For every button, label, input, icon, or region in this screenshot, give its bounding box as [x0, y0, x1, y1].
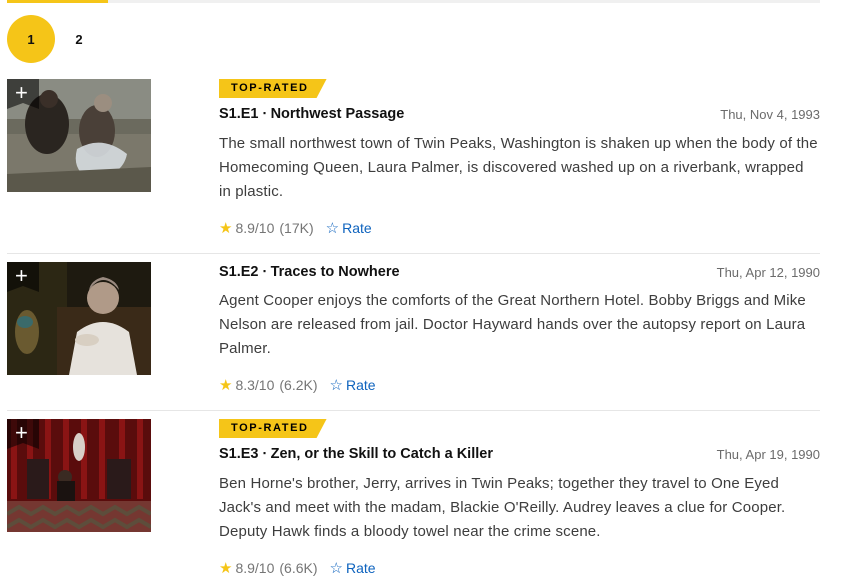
top-rated-badge: TOP-RATED [219, 419, 327, 438]
tab-underline-accent [7, 0, 108, 3]
star-filled-icon: ★ [219, 560, 233, 577]
episode-description: Ben Horne's brother, Jerry, arrives in T… [219, 475, 786, 540]
episode-thumbnail[interactable]: + [7, 262, 151, 375]
episode-item: + S1.E2 ∙ Traces to Nowhere Thu, Apr 12,… [7, 262, 820, 411]
rate-label: Rate [345, 377, 376, 393]
rating-votes: (6.6K) [279, 560, 318, 576]
episode-item: + TOP-RATED S1.E1 ∙ Northwest Passage Th… [7, 79, 820, 254]
rate-button[interactable]: ☆ Rate [330, 559, 376, 577]
episode-air-date: Thu, Nov 4, 1993 [720, 107, 820, 122]
star-filled-icon: ★ [219, 220, 233, 237]
episode-item: + TOP-RATED S1.E3 ∙ Zen, or the Skill to… [7, 419, 820, 582]
plus-icon: + [15, 80, 28, 105]
star-outline-icon: ☆ [325, 220, 340, 237]
divider [7, 410, 820, 411]
rating-value: 8.9 [235, 220, 255, 236]
rate-button[interactable]: ☆ Rate [326, 219, 372, 237]
rate-button[interactable]: ☆ Rate [330, 376, 376, 394]
rating-votes: (17K) [279, 220, 314, 236]
rate-label: Rate [342, 220, 372, 236]
rating-max: /10 [254, 377, 275, 393]
episode-description: Agent Cooper enjoys the comforts of the … [219, 292, 806, 357]
plus-icon: + [15, 263, 28, 288]
add-to-watchlist-button[interactable]: + [7, 419, 39, 451]
episode-thumbnail[interactable]: + [7, 419, 151, 532]
add-to-watchlist-button[interactable]: + [7, 262, 39, 294]
episode-air-date: Thu, Apr 19, 1990 [716, 447, 820, 462]
episode-title[interactable]: S1.E1 ∙ Northwest Passage [219, 106, 404, 122]
rating-max: /10 [254, 220, 275, 236]
episode-rating: ★ 8.9 /10 (17K) ☆ Rate [219, 219, 372, 237]
episode-title[interactable]: S1.E2 ∙ Traces to Nowhere [219, 264, 400, 280]
episode-rating: ★ 8.9 /10 (6.6K) ☆ Rate [219, 559, 376, 577]
star-outline-icon: ☆ [329, 377, 343, 394]
episode-air-date: Thu, Apr 12, 1990 [716, 265, 820, 280]
divider [7, 253, 820, 254]
rating-votes: (6.2K) [279, 377, 318, 393]
episode-thumbnail[interactable]: + [7, 79, 151, 192]
star-filled-icon: ★ [219, 377, 233, 394]
page-1-button[interactable]: 1 [7, 15, 55, 63]
add-to-watchlist-button[interactable]: + [7, 79, 39, 111]
star-outline-icon: ☆ [329, 560, 343, 577]
episode-description: The small northwest town of Twin Peaks, … [219, 135, 818, 200]
page-2-button[interactable]: 2 [55, 15, 103, 63]
rating-value: 8.9 [235, 560, 255, 576]
rate-label: Rate [345, 560, 376, 576]
pagination: 1 2 [7, 14, 103, 64]
rating-max: /10 [254, 560, 275, 576]
episode-title[interactable]: S1.E3 ∙ Zen, or the Skill to Catch a Kil… [219, 446, 493, 462]
rating-value: 8.3 [235, 377, 255, 393]
plus-icon: + [15, 420, 28, 445]
tab-underline [7, 0, 820, 3]
episode-rating: ★ 8.3 /10 (6.2K) ☆ Rate [219, 376, 376, 394]
top-rated-badge: TOP-RATED [219, 79, 327, 98]
